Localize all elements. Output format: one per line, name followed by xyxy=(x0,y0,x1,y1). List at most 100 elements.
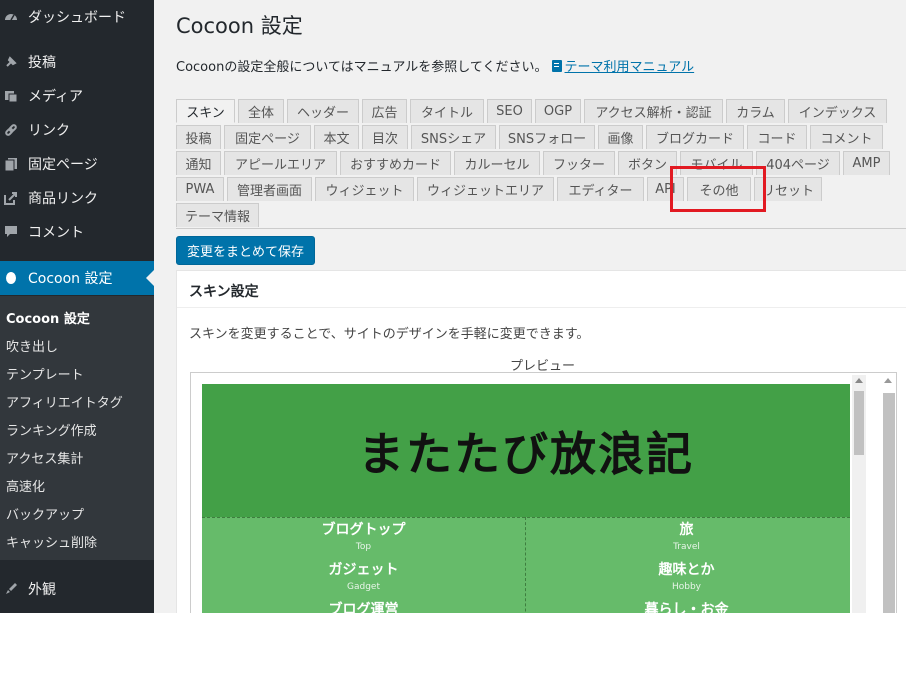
skin-preview-frame[interactable]: またたび放浪記 ブログトップ Top 旅 Travel ガジェット Gadget… xyxy=(190,372,897,613)
preview-nav-item[interactable]: 旅 Travel xyxy=(525,519,848,552)
skin-settings-panel: スキン設定 スキンを変更することで、サイトのデザインを手軽に変更できます。 プレ… xyxy=(176,270,906,613)
tab-notice[interactable]: 通知 xyxy=(176,151,221,175)
tab-recommended-cards[interactable]: おすすめカード xyxy=(340,151,451,175)
tab-skin[interactable]: スキン xyxy=(176,99,235,123)
menu-item-label: 投稿 xyxy=(28,55,56,71)
tab-footer[interactable]: フッター xyxy=(543,151,615,175)
submenu-item-cocoon-settings[interactable]: Cocoon 設定 xyxy=(6,308,90,327)
menu-item-comments[interactable]: コメント xyxy=(0,215,154,249)
manual-link[interactable]: テーマ利用マニュアル xyxy=(551,56,694,75)
tab-buttons[interactable]: ボタン xyxy=(618,151,677,175)
menu-item-appearance[interactable]: 外観 xyxy=(0,572,154,606)
comment-icon xyxy=(4,225,18,239)
outer-scrollbar-thumb[interactable] xyxy=(883,393,895,613)
menu-item-label: リンク xyxy=(28,123,70,139)
tab-index[interactable]: インデックス xyxy=(788,99,887,123)
menu-item-pages[interactable]: 固定ページ xyxy=(0,147,154,181)
skin-description: スキンを変更することで、サイトのデザインを手軽に変更できます。 xyxy=(189,327,590,342)
tab-body[interactable]: 本文 xyxy=(314,125,359,149)
scroll-thumb[interactable] xyxy=(854,391,864,455)
save-all-button[interactable]: 変更をまとめて保存 xyxy=(176,236,315,265)
tab-widget[interactable]: ウィジェット xyxy=(315,177,414,201)
nav-item-sub: Top xyxy=(355,542,372,552)
nav-item-label: 旅 xyxy=(679,522,694,538)
tab-comment[interactable]: コメント xyxy=(810,125,883,149)
submenu-item-speedup[interactable]: 高速化 xyxy=(6,476,45,495)
nav-item-sub: Hobby xyxy=(671,582,702,592)
menu-item-posts[interactable]: 投稿 xyxy=(0,45,154,79)
menu-item-product-links[interactable]: 商品リンク xyxy=(0,181,154,215)
tab-seo[interactable]: SEO xyxy=(487,99,532,123)
link-icon xyxy=(4,123,18,137)
tab-image[interactable]: 画像 xyxy=(598,125,643,149)
nav-item-label: 趣味とか xyxy=(658,562,715,578)
tab-theme-info[interactable]: テーマ情報 xyxy=(176,203,259,227)
menu-item-label: コメント xyxy=(28,225,84,241)
tab-code[interactable]: コード xyxy=(747,125,807,149)
submenu-item-ranking[interactable]: ランキング作成 xyxy=(6,420,97,439)
preview-nav-item[interactable]: ガジェット Gadget xyxy=(202,559,525,592)
tab-carousel[interactable]: カルーセル xyxy=(454,151,540,175)
nav-item-sub: Travel xyxy=(673,542,700,552)
tab-sns-share[interactable]: SNSシェア xyxy=(411,125,496,149)
nav-item-label: ガジェット xyxy=(328,562,399,578)
nav-item-label: 暮らし・お金 xyxy=(644,602,729,613)
tab-general[interactable]: 全体 xyxy=(238,99,284,123)
nav-item-label: ブログ運営 xyxy=(328,602,399,613)
wp-admin-window: ダッシュボード 投稿 メディア リンク 固定ページ 商品リンク コメント Coc… xyxy=(0,0,906,613)
nav-top-border xyxy=(202,517,850,518)
tab-analytics-auth[interactable]: アクセス解析・認証 xyxy=(584,99,723,123)
tab-editor[interactable]: エディター xyxy=(557,177,644,201)
menu-item-cocoon-settings[interactable]: Cocoon 設定 xyxy=(0,261,154,295)
preview-nav-item[interactable]: ブログトップ Top xyxy=(202,519,525,552)
tab-widget-area[interactable]: ウィジェットエリア xyxy=(417,177,554,201)
tab-404[interactable]: 404ページ xyxy=(756,151,840,175)
cocoon-icon xyxy=(4,271,18,285)
submenu-item-affiliate-tag[interactable]: アフィリエイトタグ xyxy=(6,392,123,411)
outer-scroll-up-arrow-icon[interactable] xyxy=(884,378,892,383)
tab-column[interactable]: カラム xyxy=(726,99,785,123)
tab-post[interactable]: 投稿 xyxy=(176,125,221,149)
tab-ogp[interactable]: OGP xyxy=(535,99,581,123)
tab-appeal-area[interactable]: アピールエリア xyxy=(224,151,337,175)
settings-description: Cocoonの設定全般についてはマニュアルを参照してください。 テーマ利用マニュ… xyxy=(176,56,694,75)
tab-page[interactable]: 固定ページ xyxy=(224,125,311,149)
cocoon-submenu: Cocoon 設定 吹き出し テンプレート アフィリエイトタグ ランキング作成 … xyxy=(0,296,154,560)
submenu-item-clear-cache[interactable]: キャッシュ削除 xyxy=(6,532,97,551)
menu-item-label: 外観 xyxy=(28,582,56,598)
highlight-box xyxy=(670,166,766,212)
submenu-item-access-stats[interactable]: アクセス集計 xyxy=(6,448,83,467)
preview-nav-item[interactable]: 趣味とか Hobby xyxy=(525,559,848,592)
preview-site-logo: またたび放浪記 xyxy=(358,426,694,481)
nav-item-label: ブログトップ xyxy=(321,522,406,538)
panel-title: スキン設定 xyxy=(189,284,259,300)
nav-item-sub: Gadget xyxy=(347,582,380,592)
tab-blog-card[interactable]: ブログカード xyxy=(646,125,744,149)
submenu-item-speech-balloon[interactable]: 吹き出し xyxy=(6,336,58,355)
menu-item-label: 固定ページ xyxy=(28,157,98,173)
page-title: Cocoon 設定 xyxy=(176,14,303,38)
submenu-item-template[interactable]: テンプレート xyxy=(6,364,84,383)
media-icon xyxy=(4,89,18,103)
description-text: Cocoonの設定全般についてはマニュアルを参照してください。 xyxy=(176,60,548,75)
tab-amp[interactable]: AMP xyxy=(843,151,890,175)
external-icon xyxy=(4,191,18,205)
menu-item-dashboard[interactable]: ダッシュボード xyxy=(0,0,154,34)
preview-nav-item[interactable]: 暮らし・お金 xyxy=(525,599,848,613)
preview-scrollbar[interactable] xyxy=(852,375,866,613)
tab-header[interactable]: ヘッダー xyxy=(287,99,359,123)
tab-admin-screen[interactable]: 管理者画面 xyxy=(227,177,312,201)
submenu-item-backup[interactable]: バックアップ xyxy=(6,504,84,523)
menu-item-media[interactable]: メディア xyxy=(0,79,154,113)
preview-nav-item[interactable]: ブログ運営 xyxy=(202,599,525,613)
tab-toc[interactable]: 目次 xyxy=(362,125,408,149)
tab-ads[interactable]: 広告 xyxy=(362,99,407,123)
dashboard-icon xyxy=(4,10,18,24)
menu-item-links[interactable]: リンク xyxy=(0,113,154,147)
tab-sns-follow[interactable]: SNSフォロー xyxy=(499,125,595,149)
menu-item-label: Cocoon 設定 xyxy=(28,271,113,287)
menu-item-label: ダッシュボード xyxy=(28,10,126,26)
tab-title[interactable]: タイトル xyxy=(410,99,484,123)
tab-pwa[interactable]: PWA xyxy=(176,177,224,201)
scroll-up-arrow-icon[interactable] xyxy=(855,378,863,383)
